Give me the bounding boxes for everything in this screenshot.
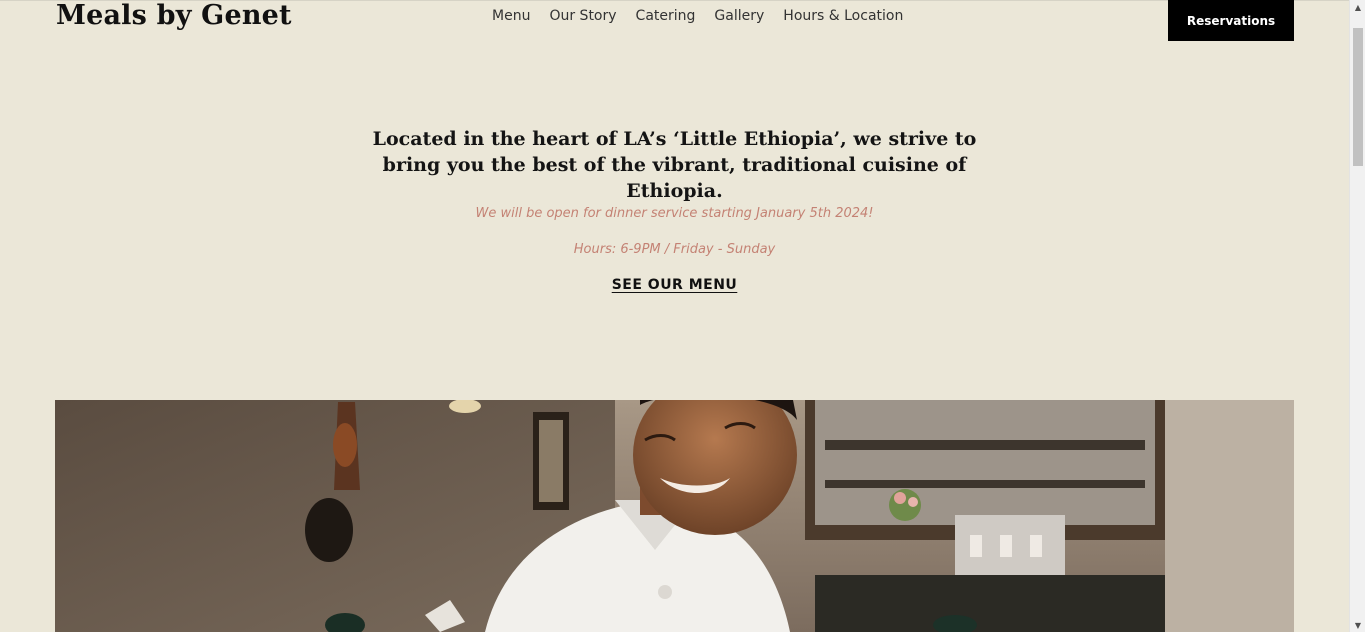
site-title[interactable]: Meals by Genet xyxy=(56,0,292,31)
see-menu-link[interactable]: SEE OUR MENU xyxy=(612,277,738,293)
opening-notice: We will be open for dinner service start… xyxy=(475,206,874,221)
scroll-thumb[interactable] xyxy=(1353,28,1363,166)
vertical-scrollbar[interactable]: ▲ ▼ xyxy=(1349,0,1365,632)
nav-item-our-story[interactable]: Our Story xyxy=(549,8,616,24)
nav-item-hours-location[interactable]: Hours & Location xyxy=(783,8,903,24)
hero-photo-illustration xyxy=(55,400,1294,632)
see-menu-link-wrapper: SEE OUR MENU xyxy=(360,277,989,293)
main-nav: Menu Our Story Catering Gallery Hours & … xyxy=(492,8,903,24)
hero-photo xyxy=(55,400,1294,632)
nav-item-catering[interactable]: Catering xyxy=(636,8,696,24)
scroll-up-arrow-icon[interactable]: ▲ xyxy=(1350,0,1365,14)
hours-text: Hours: 6-9PM / Friday - Sunday xyxy=(573,242,776,257)
reservations-button[interactable]: Reservations xyxy=(1168,0,1294,41)
nav-item-gallery[interactable]: Gallery xyxy=(714,8,764,24)
scroll-down-arrow-icon[interactable]: ▼ xyxy=(1350,618,1365,632)
intro-headline: Located in the heart of LA’s ‘Little Eth… xyxy=(372,128,977,202)
nav-item-menu[interactable]: Menu xyxy=(492,8,530,24)
